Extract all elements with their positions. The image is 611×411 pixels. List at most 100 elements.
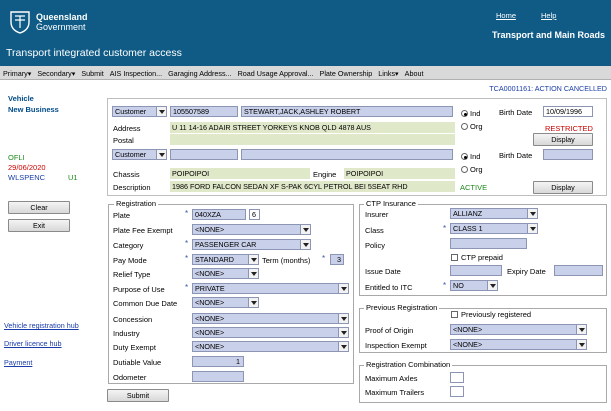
menu-road-usage-approval[interactable]: Road Usage Approval...	[235, 66, 317, 79]
customer-type-select-1[interactable]: Customer	[112, 106, 167, 117]
required-marker: *	[443, 224, 447, 233]
vehicle-registration-hub-link[interactable]: Vehicle registration hub	[4, 321, 79, 330]
engine-value: POIPOIPOI	[344, 168, 455, 179]
proof-of-origin-label: Proof of Origin	[365, 326, 414, 335]
plate-suffix-input[interactable]: 6	[249, 209, 260, 220]
birth-date-input-1[interactable]: 10/09/1996	[543, 106, 593, 117]
customer-type-select-2[interactable]: Customer	[112, 149, 167, 160]
customer-number-input-1[interactable]: 105507589	[170, 106, 238, 117]
common-due-date-select[interactable]: <NONE>	[192, 297, 259, 308]
required-marker: *	[185, 239, 189, 248]
ind-radio-2[interactable]	[461, 153, 468, 160]
duty-exempt-select[interactable]: <NONE>	[192, 341, 349, 352]
plate-fee-exempt-select[interactable]: <NONE>	[192, 224, 311, 235]
birth-date-label-2: Birth Date	[499, 151, 533, 160]
customer-name-input-2[interactable]	[241, 149, 453, 160]
left-title-new-business: New Business	[8, 105, 59, 114]
menu-plate-ownership[interactable]: Plate Ownership	[317, 66, 376, 79]
common-due-date-label: Common Due Date	[113, 299, 178, 308]
menu-about[interactable]: About	[402, 66, 427, 79]
insurer-label: Insurer	[365, 210, 389, 219]
chassis-value: POIPOIPOI	[170, 168, 310, 179]
required-marker: *	[322, 254, 326, 263]
ind-radio-1[interactable]	[461, 110, 468, 117]
purpose-label: Purpose of Use	[113, 285, 165, 294]
expiry-date-input[interactable]	[554, 265, 603, 276]
previously-registered-checkbox[interactable]	[451, 311, 458, 318]
pay-mode-select[interactable]: STANDARD	[192, 254, 259, 265]
payment-link[interactable]: Payment	[4, 358, 32, 367]
required-marker: *	[185, 209, 189, 218]
insurer-select[interactable]: ALLIANZ	[450, 208, 538, 219]
government-logo-text: Queensland Government	[36, 12, 88, 32]
exit-button[interactable]: Exit	[8, 219, 70, 232]
max-trailers-input[interactable]	[450, 386, 464, 397]
concession-label: Concession	[113, 315, 153, 324]
driver-licence-hub-link[interactable]: Driver licence hub	[4, 339, 62, 348]
odometer-input[interactable]	[192, 371, 244, 382]
inspection-exempt-label: Inspection Exempt	[365, 341, 427, 350]
vehicle-status: ACTIVE	[460, 183, 488, 192]
restricted-flag: RESTRICTED	[545, 124, 593, 133]
customer-name-input-1[interactable]: STEWART,JACK,ASHLEY ROBERT	[241, 106, 453, 117]
proof-of-origin-select[interactable]: <NONE>	[450, 324, 587, 335]
address-label: Address	[113, 124, 141, 133]
required-marker: *	[185, 254, 189, 263]
class-select[interactable]: CLASS 1	[450, 223, 538, 234]
display-customer-button[interactable]: Display	[533, 133, 593, 146]
org-label-2: Org	[470, 165, 483, 174]
home-link[interactable]: Home	[496, 11, 516, 20]
required-marker: *	[443, 281, 447, 290]
max-trailers-label: Maximum Trailers	[365, 388, 425, 397]
ctp-prepaid-checkbox[interactable]	[451, 254, 458, 261]
max-axles-label: Maximum Axles	[365, 374, 418, 383]
inspection-exempt-select[interactable]: <NONE>	[450, 339, 587, 350]
registration-combination-legend: Registration Combination	[364, 360, 453, 369]
app-title: Transport integrated customer access	[6, 47, 182, 59]
birth-date-label-1: Birth Date	[499, 108, 533, 117]
dutiable-value-input[interactable]: 1	[192, 356, 244, 367]
user-level: U1	[68, 173, 78, 182]
plate-input[interactable]: 040XZA	[192, 209, 246, 220]
postal-label: Postal	[113, 136, 134, 145]
display-vehicle-button[interactable]: Display	[533, 181, 593, 194]
max-axles-input[interactable]	[450, 372, 464, 383]
required-marker: *	[185, 283, 189, 292]
issue-date-input[interactable]	[450, 265, 502, 276]
org-radio-1[interactable]	[461, 123, 468, 130]
menu-garaging-address[interactable]: Garaging Address...	[165, 66, 235, 79]
industry-select[interactable]: <NONE>	[192, 327, 349, 338]
main-menu-bar: Primary▾ Secondary▾ Submit AIS Inspectio…	[0, 66, 611, 80]
term-input[interactable]: 3	[330, 254, 344, 265]
category-select[interactable]: PASSENGER CAR	[192, 239, 311, 250]
customer-number-input-2[interactable]	[170, 149, 238, 160]
itc-select[interactable]: NO	[450, 280, 498, 291]
plate-fee-exempt-label: Plate Fee Exempt	[113, 226, 173, 235]
chassis-label: Chassis	[113, 170, 140, 179]
concession-select[interactable]: <NONE>	[192, 313, 349, 324]
ctp-insurance-legend: CTP Insurance	[364, 199, 418, 208]
submit-button[interactable]: Submit	[107, 389, 169, 402]
org-radio-2[interactable]	[461, 166, 468, 173]
policy-label: Policy	[365, 241, 386, 250]
menu-ais-inspection[interactable]: AIS Inspection...	[107, 66, 165, 79]
clear-button[interactable]: Clear	[8, 201, 70, 214]
queensland-crest-icon	[10, 11, 30, 34]
menu-links[interactable]: Links▾	[375, 66, 401, 79]
user-id: WLSPENC	[8, 173, 46, 182]
birth-date-input-2[interactable]	[543, 149, 593, 160]
menu-submit[interactable]: Submit	[78, 66, 106, 79]
description-label: Description	[113, 183, 151, 192]
status-message: TCA0001161: ACTION CANCELLED	[489, 84, 607, 93]
menu-primary[interactable]: Primary▾	[0, 66, 34, 79]
policy-input[interactable]	[450, 238, 527, 249]
menu-secondary[interactable]: Secondary▾	[34, 66, 78, 79]
purpose-select[interactable]: PRIVATE	[192, 283, 349, 294]
plate-label: Plate	[113, 211, 131, 220]
help-link[interactable]: Help	[541, 11, 556, 20]
ctp-prepaid-label: CTP prepaid	[461, 253, 503, 262]
left-title-vehicle: Vehicle	[8, 94, 34, 103]
odometer-label: Odometer	[113, 373, 147, 382]
relief-type-select[interactable]: <NONE>	[192, 268, 259, 279]
class-label: Class	[365, 226, 384, 235]
